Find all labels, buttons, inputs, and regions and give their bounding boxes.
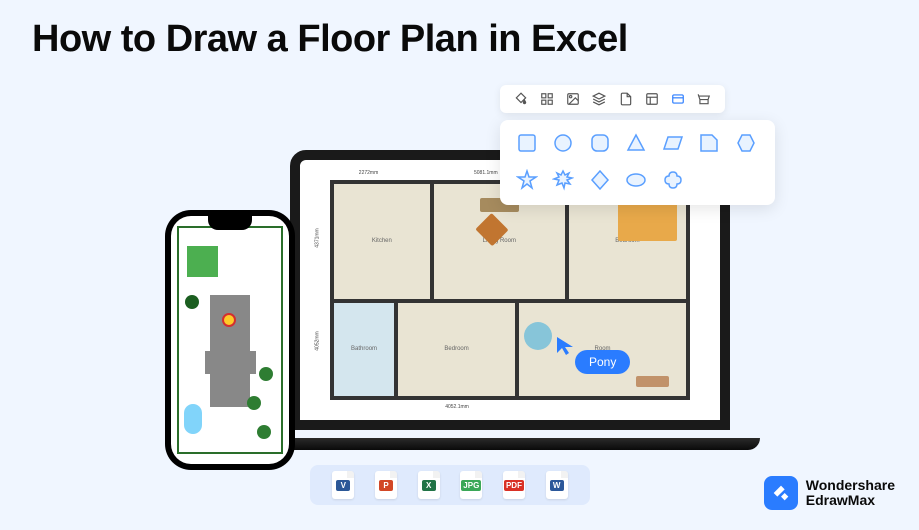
laptop-base: [260, 438, 760, 450]
shape-circle[interactable]: [550, 130, 576, 156]
room-bathroom[interactable]: Bathroom: [332, 301, 396, 398]
brand-line2: EdrawMax: [806, 493, 895, 508]
logo-mark-icon: [764, 476, 798, 510]
brand-line1: Wondershare: [806, 478, 895, 493]
furniture-desk[interactable]: [636, 376, 669, 387]
shape-hexagon[interactable]: [733, 130, 759, 156]
garden-pool[interactable]: [184, 404, 202, 434]
garden-umbrella[interactable]: [222, 313, 236, 327]
page-icon[interactable]: [618, 91, 634, 107]
grid-icon[interactable]: [539, 91, 555, 107]
room-bedroom2[interactable]: Bedroom: [396, 301, 517, 398]
floorplan-outline: Kitchen Living Room Bedroom Bathroom Bed…: [330, 180, 690, 400]
tree-icon[interactable]: [257, 425, 271, 439]
shape-parallelogram[interactable]: [660, 130, 686, 156]
dim-bottom: 4052.1mm: [445, 404, 469, 410]
phone-screen: [171, 216, 289, 464]
room-label: Kitchen: [372, 238, 392, 244]
shape-diamond[interactable]: [587, 167, 613, 193]
cursor-icon: [555, 335, 577, 357]
export-formats: VPX JPG PDF W: [310, 465, 590, 505]
format-pdf[interactable]: PDF: [501, 470, 527, 500]
image-icon[interactable]: [565, 91, 581, 107]
tree-icon[interactable]: [247, 396, 261, 410]
format-v[interactable]: V: [330, 470, 356, 500]
shape-cloud[interactable]: [660, 167, 686, 193]
shape-square[interactable]: [514, 130, 540, 156]
shapes-panel: [500, 120, 775, 205]
dim-top1: 2272mm: [359, 170, 378, 176]
dim-top2: 5081.1mm: [474, 170, 498, 176]
floorplan-canvas[interactable]: 2272mm 5081.1mm 3997.5mm 4371mm 4052mm 4…: [330, 180, 690, 400]
garden-plan[interactable]: [177, 226, 283, 454]
brand-logo: Wondershare EdrawMax: [764, 476, 895, 510]
room-label: Bedroom: [444, 346, 468, 352]
shape-star[interactable]: [514, 167, 540, 193]
dim-left2: 4052mm: [315, 332, 321, 351]
shape-rounded[interactable]: [587, 130, 613, 156]
floating-toolbar: [500, 85, 725, 113]
phone-notch: [208, 216, 252, 230]
shop-icon[interactable]: [696, 91, 712, 107]
shape-triangle[interactable]: [623, 130, 649, 156]
shape-card[interactable]: [696, 130, 722, 156]
fill-icon[interactable]: [513, 91, 529, 107]
format-w[interactable]: W: [544, 470, 570, 500]
shape-ellipse[interactable]: [623, 167, 649, 193]
room-kitchen[interactable]: Kitchen: [332, 182, 432, 301]
phone-mockup: [165, 210, 295, 470]
room-label: Bathroom: [351, 346, 377, 352]
tree-icon[interactable]: [259, 367, 273, 381]
page-title: How to Draw a Floor Plan in Excel: [32, 18, 628, 61]
dim-left1: 4371mm: [315, 228, 321, 247]
export-icon[interactable]: [670, 91, 686, 107]
format-x[interactable]: X: [416, 470, 442, 500]
format-jpg[interactable]: JPG: [458, 470, 484, 500]
format-p[interactable]: P: [373, 470, 399, 500]
collaborator-tag: Pony: [575, 350, 630, 374]
layers-icon[interactable]: [591, 91, 607, 107]
tree-icon[interactable]: [185, 295, 199, 309]
logo-text: Wondershare EdrawMax: [806, 478, 895, 507]
garden-path2[interactable]: [205, 351, 256, 373]
shape-burst[interactable]: [550, 167, 576, 193]
garden-bed[interactable]: [187, 246, 218, 277]
template-icon[interactable]: [644, 91, 660, 107]
